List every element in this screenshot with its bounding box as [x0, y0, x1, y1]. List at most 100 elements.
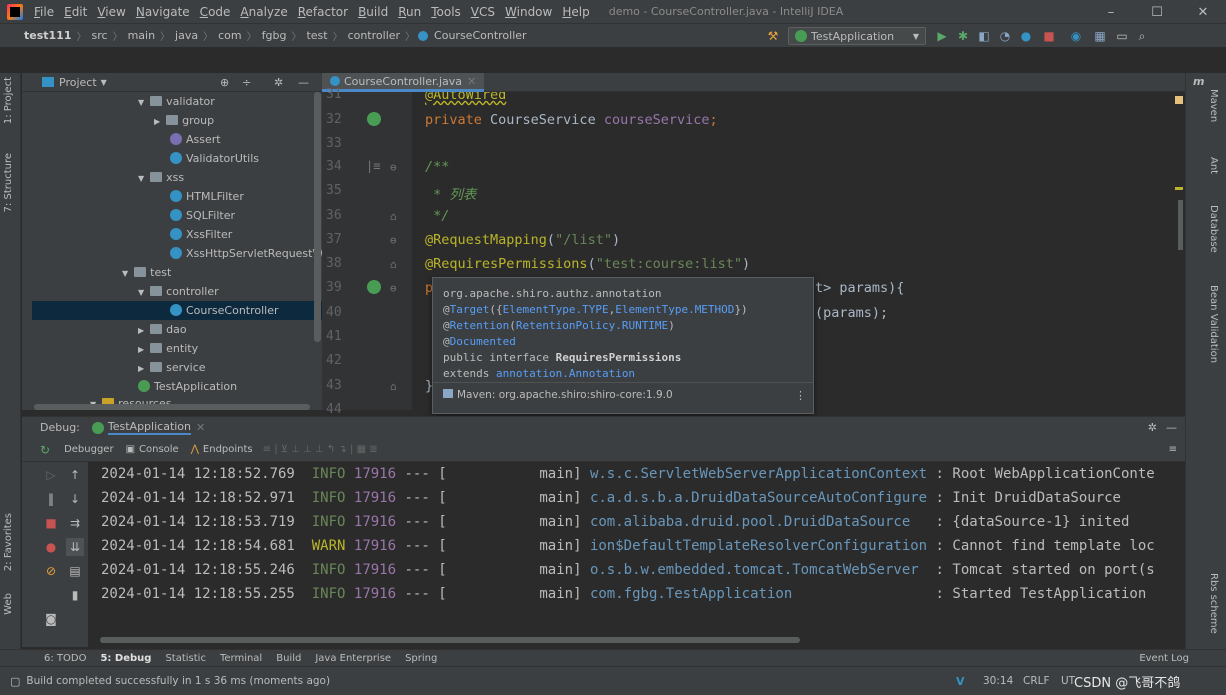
print-icon[interactable]: ▤ [66, 562, 84, 580]
down-icon[interactable]: ↓ [66, 490, 84, 508]
tree-item-validatorutils[interactable]: ValidatorUtils [170, 149, 259, 168]
tree-item-service[interactable]: ▶ service [138, 358, 206, 377]
status-icon[interactable]: ▢ [10, 675, 20, 688]
minimize-button[interactable]: – [1088, 5, 1134, 20]
search-everywhere-icon[interactable]: ◉ [1068, 28, 1084, 44]
menu-file[interactable]: File [34, 5, 54, 19]
breadcrumb-com[interactable]: com [218, 29, 242, 42]
collapse-arrow-icon[interactable]: ▶ [154, 117, 160, 126]
menu-analyze[interactable]: Analyze [240, 5, 287, 19]
spring-bean-gutter-icon[interactable] [367, 112, 381, 126]
tree-item-htmlfilter[interactable]: HTMLFilter [170, 187, 244, 206]
tree-item-validator[interactable]: ▼ validator [138, 92, 215, 111]
stop-icon[interactable]: ■ [42, 514, 60, 532]
favorites-tool-button[interactable]: 2: Favorites [3, 513, 14, 571]
project-horizontal-scrollbar[interactable] [34, 404, 310, 410]
coverage-icon[interactable]: ◧ [976, 28, 992, 44]
search-icon[interactable]: ⌕ [1134, 28, 1150, 44]
todo-tool-button[interactable]: 6: TODO [44, 653, 86, 664]
web-tool-button[interactable]: Web [3, 593, 14, 615]
resume-icon[interactable]: ▷ [42, 466, 60, 484]
layout-icon[interactable]: ≡ [1169, 444, 1177, 455]
tree-item-xsshttpservletrequestwrapper[interactable]: XssHttpServletRequestW [170, 244, 322, 263]
bean-validation-tool-button[interactable]: Bean Validation [1208, 285, 1219, 363]
view-breakpoints-icon[interactable]: ● [42, 538, 60, 556]
spring-tool-button[interactable]: Spring [405, 653, 437, 664]
structure-tool-button[interactable]: 7: Structure [3, 153, 14, 212]
gear-icon[interactable]: ✲ [1148, 421, 1157, 434]
rbs-scheme-tool-button[interactable]: Rbs scheme [1208, 573, 1219, 634]
menu-build[interactable]: Build [358, 5, 388, 19]
hide-icon[interactable]: — [298, 76, 309, 89]
statistic-tool-button[interactable]: Statistic [165, 653, 206, 664]
tree-item-test[interactable]: ▼ test [122, 263, 171, 282]
debug-icon[interactable]: ✱ [955, 28, 971, 44]
menu-vcs[interactable]: VCS [471, 5, 495, 19]
fold-icon[interactable]: ⌂ [390, 380, 397, 393]
breadcrumb-class[interactable]: CourseController [434, 29, 527, 42]
build-hammer-icon[interactable]: ⚒ [765, 28, 781, 44]
step-controls-icon[interactable]: ≡ | ⊻ ⊥ ⊥ ⊥ ↰ ↴ | ▦ ≣ [263, 444, 378, 455]
debug-tool-button[interactable]: 5: Debug [100, 653, 151, 664]
camera-icon[interactable]: ◙ [42, 610, 60, 628]
ant-tool-button[interactable]: Ant [1208, 157, 1219, 174]
tree-item-sqlfilter[interactable]: SQLFilter [170, 206, 235, 225]
debug-session-tab[interactable]: TestApplication [107, 420, 192, 435]
breadcrumb-fgbg[interactable]: fgbg [262, 29, 287, 42]
update-icon[interactable]: ● [1018, 28, 1034, 44]
tree-item-xssfilter[interactable]: XssFilter [170, 225, 232, 244]
maven-tool-button[interactable]: Maven [1208, 89, 1219, 122]
menu-edit[interactable]: Edit [64, 5, 87, 19]
collapse-arrow-icon[interactable]: ▶ [138, 364, 144, 373]
tree-item-assert[interactable]: Assert [170, 130, 221, 149]
java-enterprise-tool-button[interactable]: Java Enterprise [315, 653, 391, 664]
stop-icon[interactable]: ■ [1041, 28, 1057, 44]
collapse-arrow-icon[interactable]: ▶ [138, 345, 144, 354]
quick-documentation-popup[interactable]: org.apache.shiro.authz.annotation @Targe… [432, 277, 814, 414]
editor-scrollbar[interactable] [1178, 200, 1183, 250]
maximize-button[interactable]: ☐ [1134, 5, 1180, 20]
breadcrumb-src[interactable]: src [92, 29, 108, 42]
project-view-select[interactable]: Project [59, 76, 97, 89]
fold-icon[interactable]: ⊖ [390, 161, 397, 174]
expand-arrow-icon[interactable]: ▼ [138, 174, 144, 183]
fold-icon[interactable]: ⊖ [390, 234, 397, 247]
close-button[interactable]: ✕ [1180, 5, 1226, 20]
expand-arrow-icon[interactable]: ▼ [138, 98, 144, 107]
tree-item-xss[interactable]: ▼ xss [138, 168, 184, 187]
tree-item-dao[interactable]: ▶ dao [138, 320, 187, 339]
endpoints-tab[interactable]: Endpoints [203, 444, 253, 455]
pause-icon[interactable]: ‖ [42, 490, 60, 508]
breadcrumb-java[interactable]: java [175, 29, 198, 42]
line-separator[interactable]: CRLF [1023, 675, 1050, 687]
popup-more-icon[interactable]: ⋮ [795, 389, 806, 402]
event-log-button[interactable]: Event Log [1139, 653, 1189, 664]
collapse-all-icon[interactable]: ÷ [242, 76, 251, 89]
project-vertical-scrollbar[interactable] [314, 92, 321, 342]
fold-icon[interactable]: ⌂ [390, 258, 397, 271]
menu-refactor[interactable]: Refactor [298, 5, 348, 19]
soft-wrap-icon[interactable]: ⇉ [66, 514, 84, 532]
expand-arrow-icon[interactable]: ▼ [122, 269, 128, 278]
rerun-icon[interactable]: ↻ [40, 443, 50, 457]
console-tab[interactable]: Console [139, 444, 179, 455]
menu-navigate[interactable]: Navigate [136, 5, 190, 19]
expand-arrow-icon[interactable]: ▼ [138, 288, 144, 297]
fold-icon[interactable]: ⊖ [390, 282, 397, 295]
close-tab-icon[interactable]: ✕ [467, 75, 476, 88]
up-icon[interactable]: ↑ [66, 466, 84, 484]
menu-run[interactable]: Run [398, 5, 421, 19]
locate-icon[interactable]: ⊕ [220, 76, 229, 89]
collapse-arrow-icon[interactable]: ▶ [138, 326, 144, 335]
run-configuration-select[interactable]: TestApplication ▼ [788, 27, 926, 45]
project-structure-icon[interactable]: ▦ [1092, 28, 1108, 44]
tree-item-coursecontroller[interactable]: CourseController [32, 301, 322, 320]
spring-mapping-gutter-icon[interactable] [367, 280, 381, 294]
clear-icon[interactable]: ▮ [66, 586, 84, 604]
console-output[interactable]: 2024-01-14 12:18:52.769 INFO 17916 --- [… [88, 462, 1185, 647]
caret-position[interactable]: 30:14 [983, 675, 1013, 687]
chevron-down-icon[interactable]: ▼ [101, 78, 107, 87]
run-icon[interactable]: ▶ [934, 28, 950, 44]
debugger-tab[interactable]: Debugger [64, 444, 114, 455]
gear-icon[interactable]: ✲ [274, 76, 283, 89]
